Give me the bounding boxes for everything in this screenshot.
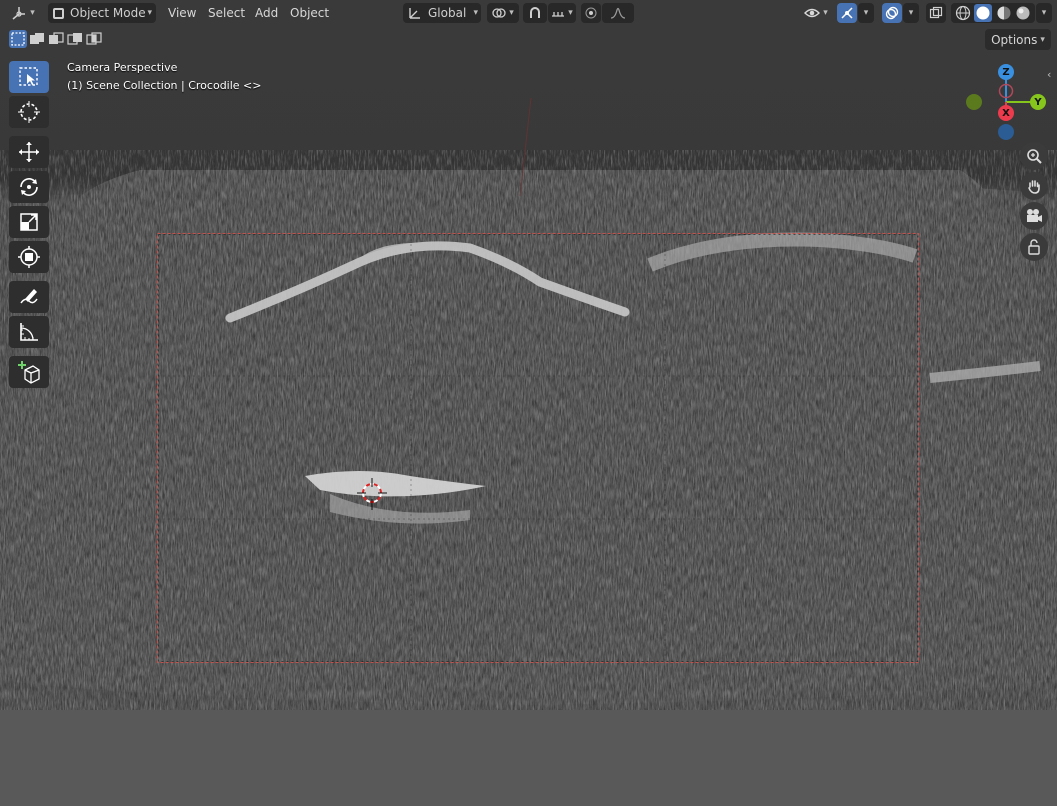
select-intersect-icon[interactable] bbox=[85, 30, 103, 48]
proportional-edit-toggle[interactable] bbox=[581, 3, 601, 23]
select-box-icon bbox=[19, 67, 38, 86]
gizmo-neg-z-axis[interactable] bbox=[998, 124, 1014, 140]
select-subtract-icon[interactable] bbox=[47, 30, 65, 48]
transform-icon bbox=[18, 246, 40, 268]
view-name: Camera Perspective bbox=[67, 61, 178, 74]
viewport-header: ▾ Object Mode ▾ View Select Add Object G… bbox=[0, 0, 1057, 26]
scale-icon bbox=[20, 213, 38, 231]
pivot-point-dropdown[interactable]: ▾ bbox=[487, 3, 519, 23]
tool-cursor[interactable] bbox=[9, 96, 49, 128]
pivot-icon bbox=[492, 8, 506, 18]
tool-annotate[interactable] bbox=[9, 281, 49, 313]
sidebar-toggle-icon[interactable]: ‹ bbox=[1047, 68, 1051, 81]
lock-camera-icon[interactable] bbox=[1020, 233, 1048, 261]
menu-object[interactable]: Object bbox=[284, 3, 335, 23]
tool-select-box[interactable] bbox=[9, 61, 49, 93]
collection-info: (1) Scene Collection | Crocodile <> bbox=[67, 79, 262, 92]
snap-icon bbox=[530, 7, 540, 18]
material-shading-icon[interactable] bbox=[996, 5, 1012, 21]
gizmo-x-axis[interactable]: X bbox=[998, 105, 1014, 121]
snap-toggle[interactable] bbox=[523, 3, 547, 23]
gizmo-neg-y-axis[interactable] bbox=[966, 94, 982, 110]
chevron-down-icon: ▾ bbox=[823, 8, 828, 18]
gizmo-icon bbox=[841, 7, 853, 19]
select-invert-icon[interactable] bbox=[66, 30, 84, 48]
menu-view[interactable]: View bbox=[162, 3, 202, 23]
chevron-down-icon: ▾ bbox=[1040, 34, 1045, 45]
gizmo-z-axis[interactable]: Z bbox=[998, 64, 1014, 80]
visibility-icon bbox=[804, 8, 821, 18]
select-new-icon[interactable] bbox=[9, 30, 27, 48]
tool-rotate[interactable] bbox=[9, 171, 49, 203]
chevron-down-icon: ▾ bbox=[509, 8, 514, 18]
chevron-down-icon: ▾ bbox=[1041, 8, 1047, 18]
proportional-edit-icon bbox=[585, 7, 597, 19]
visibility-dropdown[interactable]: ▾ bbox=[800, 3, 832, 23]
zoom-icon[interactable] bbox=[1020, 142, 1048, 170]
menu-select[interactable]: Select bbox=[202, 3, 251, 23]
solid-shading-icon[interactable] bbox=[974, 4, 993, 22]
add-cube-icon bbox=[18, 361, 40, 384]
mode-dropdown[interactable]: Object Mode ▾ bbox=[48, 3, 156, 23]
snap-increment-icon bbox=[552, 12, 565, 17]
viewport-scene bbox=[0, 97, 1057, 806]
overlay-icon bbox=[885, 6, 899, 20]
mode-label: Object Mode bbox=[70, 6, 146, 20]
xray-icon bbox=[929, 6, 943, 19]
overlay-dropdown[interactable]: ▾ bbox=[903, 3, 919, 23]
measure-icon bbox=[20, 323, 38, 341]
rotate-icon bbox=[20, 178, 38, 196]
object-mode-icon bbox=[53, 7, 64, 19]
options-label: Options bbox=[991, 32, 1038, 47]
tool-add-cube[interactable] bbox=[9, 356, 49, 388]
pan-hand-icon[interactable] bbox=[1020, 172, 1048, 200]
3d-viewport[interactable]: Camera Perspective (1) Scene Collection … bbox=[0, 0, 1057, 806]
tool-transform[interactable] bbox=[9, 241, 49, 273]
rendered-shading-icon[interactable] bbox=[1015, 5, 1031, 21]
chevron-down-icon: ▾ bbox=[568, 8, 573, 18]
cursor-icon bbox=[18, 101, 40, 123]
tool-move[interactable] bbox=[9, 136, 49, 168]
snap-target-dropdown[interactable]: ▾ bbox=[548, 3, 576, 23]
wireframe-shading-icon[interactable] bbox=[955, 5, 971, 21]
gizmo-toggle[interactable] bbox=[837, 3, 857, 23]
3d-viewport-icon bbox=[12, 7, 26, 20]
shading-dropdown[interactable]: ▾ bbox=[1036, 3, 1052, 23]
orientation-icon bbox=[409, 8, 420, 19]
tool-measure[interactable] bbox=[9, 316, 49, 348]
annotate-icon bbox=[20, 289, 38, 304]
chevron-down-icon: ▾ bbox=[908, 8, 914, 18]
camera-view-icon[interactable] bbox=[1020, 202, 1048, 230]
falloff-icon bbox=[610, 7, 626, 19]
chevron-down-icon: ▾ bbox=[147, 8, 152, 18]
menu-add[interactable]: Add bbox=[249, 3, 284, 23]
editor-type-button[interactable]: ▾ bbox=[6, 3, 40, 23]
shading-mode-group bbox=[951, 3, 1035, 23]
tool-scale[interactable] bbox=[9, 206, 49, 238]
falloff-dropdown[interactable] bbox=[602, 3, 634, 23]
chevron-down-icon: ▾ bbox=[863, 8, 869, 18]
gizmo-dropdown[interactable]: ▾ bbox=[858, 3, 874, 23]
move-icon bbox=[19, 142, 39, 162]
xray-toggle[interactable] bbox=[926, 3, 946, 23]
select-extend-icon[interactable] bbox=[28, 30, 46, 48]
chevron-down-icon: ▾ bbox=[473, 8, 478, 18]
chevron-down-icon: ▾ bbox=[30, 8, 35, 18]
gizmo-y-axis[interactable]: Y bbox=[1030, 94, 1046, 110]
transform-orientation-dropdown[interactable]: Global ▾ bbox=[403, 3, 481, 23]
orientation-label: Global bbox=[428, 6, 467, 20]
overlay-toggle[interactable] bbox=[882, 3, 902, 23]
options-dropdown[interactable]: Options ▾ bbox=[985, 29, 1051, 50]
